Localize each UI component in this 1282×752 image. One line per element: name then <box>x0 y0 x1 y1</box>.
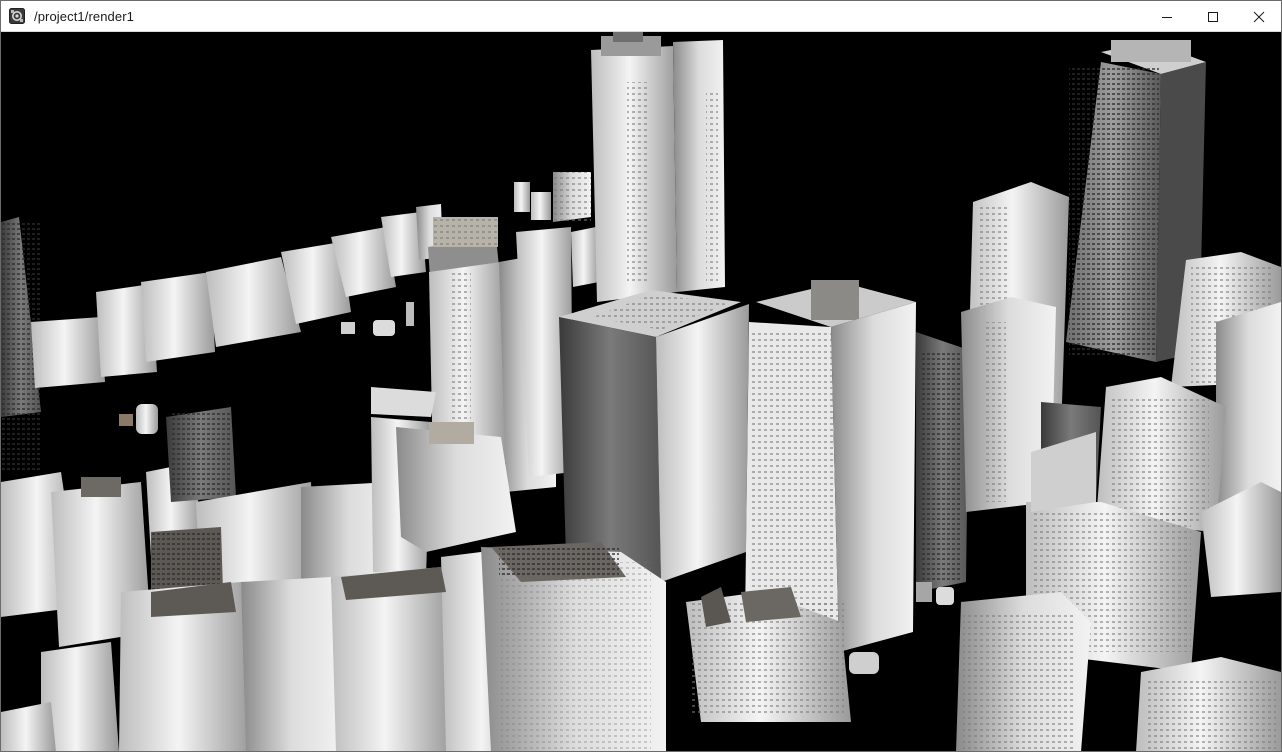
center-block-building <box>559 290 749 582</box>
render-app-icon <box>9 8 25 24</box>
render-window: /project1/render1 <box>0 0 1282 752</box>
bottom-center-buildings <box>686 582 954 722</box>
central-tall-towers <box>591 32 725 302</box>
window-title: /project1/render1 <box>34 9 134 24</box>
render-viewport[interactable] <box>1 32 1281 751</box>
maximize-button[interactable] <box>1190 1 1236 32</box>
close-icon <box>1253 11 1265 23</box>
close-button[interactable] <box>1236 1 1281 32</box>
minimize-button[interactable] <box>1144 1 1190 32</box>
maximize-icon <box>1207 11 1219 23</box>
city-render-scene <box>1 32 1281 751</box>
title-bar[interactable]: /project1/render1 <box>1 1 1281 32</box>
minimize-icon <box>1161 11 1173 23</box>
